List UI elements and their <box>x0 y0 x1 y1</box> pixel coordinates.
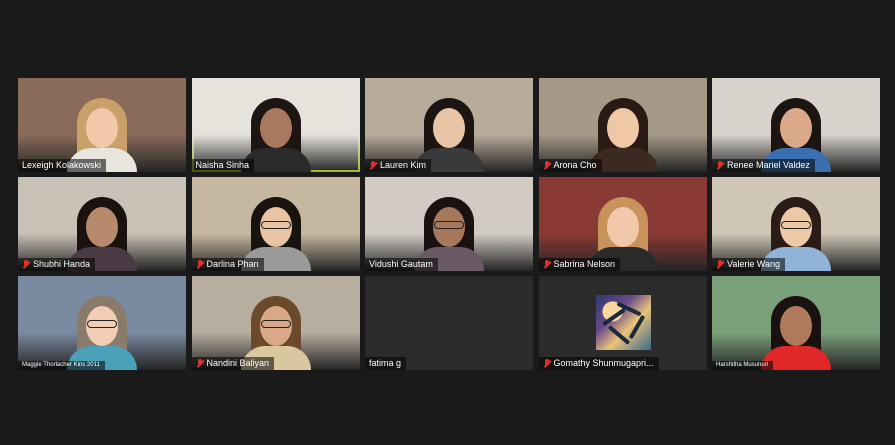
participant-name-label: Harshitha Musunuri <box>712 361 774 370</box>
participant-name-label: Maggie Thorlacher Kins 2011 <box>18 361 105 370</box>
muted-microphone-icon <box>196 359 204 368</box>
participant-tile[interactable]: Darlina Phan <box>191 177 360 271</box>
participant-tile[interactable]: Gomathy Shunmugapri... <box>538 276 707 370</box>
participant-name: Nandini Baliyan <box>206 358 270 368</box>
participant-name: Lauren Kim <box>380 160 427 170</box>
participant-tile[interactable]: Lexeigh Kolakowski <box>18 78 186 172</box>
participant-name-label: Arona Cho <box>538 159 602 172</box>
participant-tile[interactable]: Arona Cho <box>538 78 707 172</box>
participant-name: Vidushi Gautam <box>369 259 433 269</box>
participant-name-label: fatima g <box>365 357 407 370</box>
participant-name: Naisha Sinha <box>195 160 250 170</box>
participant-tile[interactable]: Vidushi Gautam <box>365 177 533 271</box>
participant-video <box>67 290 137 370</box>
participant-name-label: Shubhi Handa <box>18 258 96 271</box>
video-grid: Lexeigh Kolakowski Naisha Sinha Lauren Kim… <box>18 78 880 372</box>
participant-tile[interactable]: Naisha Sinha <box>191 78 360 172</box>
participant-name-label: Lauren Kim <box>365 159 432 172</box>
participant-name: Gomathy Shunmugapri... <box>553 358 654 368</box>
participant-name-label: Nandini Baliyan <box>191 357 275 370</box>
participant-name: fatima g <box>369 358 402 368</box>
muted-microphone-icon <box>716 260 724 269</box>
participant-tile[interactable]: Renee Mariel Valdez <box>712 78 880 172</box>
participant-name: Renee Mariel Valdez <box>727 160 810 170</box>
participant-tile[interactable]: fatima g <box>365 276 533 370</box>
participant-tile[interactable]: Shubhi Handa <box>18 177 186 271</box>
muted-microphone-icon <box>196 260 204 269</box>
participant-name-label: Valerie Wang <box>712 258 786 271</box>
profile-picture-icon <box>595 295 651 350</box>
participant-name: Arona Cho <box>553 160 597 170</box>
participant-name: Valerie Wang <box>727 259 781 269</box>
participant-tile[interactable]: Maggie Thorlacher Kins 2011 <box>18 276 186 370</box>
muted-microphone-icon <box>543 161 551 170</box>
participant-name: Sabrina Nelson <box>553 259 616 269</box>
participant-name-label: Renee Mariel Valdez <box>712 159 815 172</box>
muted-microphone-icon <box>369 161 377 170</box>
participant-name-label: Lexeigh Kolakowski <box>18 159 107 172</box>
participant-name-label: Darlina Phan <box>191 258 264 271</box>
participant-name: Darlina Phan <box>206 259 259 269</box>
participant-name: Lexeigh Kolakowski <box>22 160 102 170</box>
participant-tile[interactable]: Nandini Baliyan <box>191 276 360 370</box>
participant-name: Maggie Thorlacher Kins 2011 <box>22 362 100 368</box>
participant-tile[interactable]: Sabrina Nelson <box>538 177 707 271</box>
participant-name-label: Sabrina Nelson <box>538 258 621 271</box>
participant-tile[interactable]: Harshitha Musunuri <box>712 276 880 370</box>
participant-name: Shubhi Handa <box>33 259 91 269</box>
muted-microphone-icon <box>22 260 30 269</box>
muted-microphone-icon <box>543 260 551 269</box>
muted-microphone-icon <box>716 161 724 170</box>
participant-name: Harshitha Musunuri <box>716 362 769 368</box>
participant-name-label: Naisha Sinha <box>191 159 255 172</box>
participant-video <box>761 290 831 370</box>
participant-tile[interactable]: Valerie Wang <box>712 177 880 271</box>
participant-name-label: Vidushi Gautam <box>365 258 438 271</box>
participant-tile[interactable]: Lauren Kim <box>365 78 533 172</box>
muted-microphone-icon <box>543 359 551 368</box>
participant-name-label: Gomathy Shunmugapri... <box>538 357 659 370</box>
